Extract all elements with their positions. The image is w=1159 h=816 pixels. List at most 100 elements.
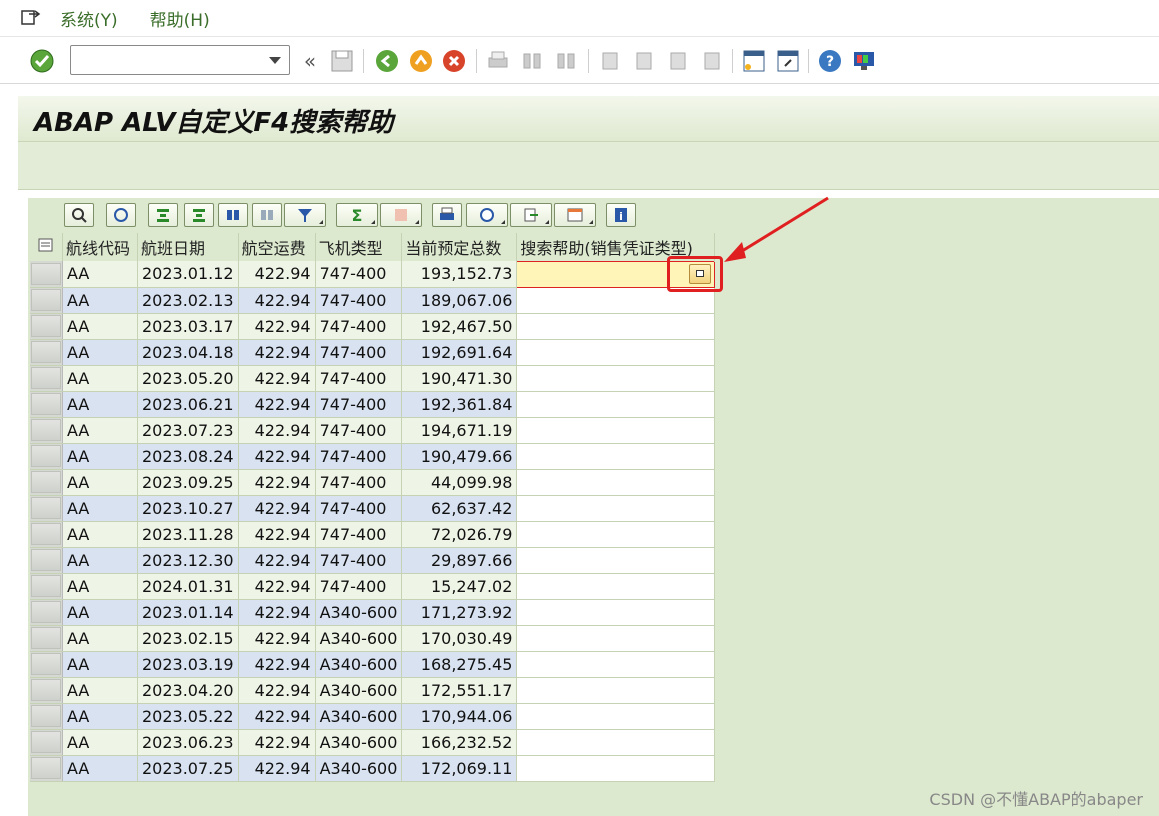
find-icon[interactable] — [518, 47, 546, 75]
select-all-icon[interactable] — [30, 233, 63, 261]
table-row[interactable]: AA 2023.05.22 422.94 A340-600 170,944.06 — [30, 703, 716, 730]
cell-search-help[interactable] — [516, 313, 716, 340]
row-selector[interactable] — [30, 339, 63, 366]
command-field[interactable] — [70, 45, 290, 75]
cell-search-help[interactable] — [516, 495, 716, 522]
table-row[interactable]: AA 2023.01.14 422.94 A340-600 171,273.92 — [30, 599, 716, 626]
table-row[interactable]: AA 2023.06.21 422.94 747-400 192,361.84 — [30, 391, 716, 418]
collapse-icon[interactable]: « — [296, 47, 324, 75]
row-selector[interactable] — [30, 391, 63, 418]
row-selector[interactable] — [30, 755, 63, 782]
row-selector[interactable] — [30, 287, 63, 314]
column-header-date[interactable]: 航班日期 — [137, 233, 239, 261]
row-selector[interactable] — [30, 599, 63, 626]
cell-search-help[interactable] — [516, 573, 716, 600]
row-selector[interactable] — [30, 261, 63, 288]
next-page-icon[interactable] — [664, 47, 692, 75]
cell-search-help[interactable] — [516, 677, 716, 704]
chevron-down-icon[interactable] — [269, 57, 281, 64]
table-row[interactable]: AA 2023.12.30 422.94 747-400 29,897.66 — [30, 547, 716, 574]
cell-search-help[interactable] — [516, 599, 716, 626]
cell-search-help[interactable] — [516, 755, 716, 782]
refresh-icon[interactable] — [106, 203, 136, 227]
row-selector[interactable] — [30, 313, 63, 340]
row-selector[interactable] — [30, 677, 63, 704]
table-row[interactable]: AA 2023.05.20 422.94 747-400 190,471.30 — [30, 365, 716, 392]
layout-icon[interactable] — [554, 203, 596, 227]
column-header-plane[interactable]: 飞机类型 — [315, 233, 403, 261]
exit-icon[interactable] — [407, 47, 435, 75]
row-selector[interactable] — [30, 495, 63, 522]
table-row[interactable]: AA 2023.07.23 422.94 747-400 194,671.19 — [30, 417, 716, 444]
shortcut-icon[interactable] — [774, 47, 802, 75]
cell-search-help[interactable] — [516, 651, 716, 678]
column-header-bookings[interactable]: 当前预定总数 — [401, 233, 518, 261]
cell-search-help[interactable] — [516, 443, 716, 470]
table-row[interactable]: AA 2023.06.23 422.94 A340-600 166,232.52 — [30, 729, 716, 756]
help-icon[interactable]: ? — [816, 47, 844, 75]
subtotal-icon[interactable] — [380, 203, 422, 227]
cell-search-help[interactable] — [516, 625, 716, 652]
last-page-icon[interactable] — [698, 47, 726, 75]
total-icon[interactable]: Σ — [336, 203, 378, 227]
new-session-icon[interactable] — [740, 47, 768, 75]
row-selector[interactable] — [30, 417, 63, 444]
export-icon[interactable] — [510, 203, 552, 227]
menu-help[interactable]: 帮助(H) — [150, 6, 210, 31]
row-selector[interactable] — [30, 625, 63, 652]
customize-layout-icon[interactable] — [850, 47, 878, 75]
enter-icon[interactable] — [28, 47, 56, 75]
table-row[interactable]: AA 2023.08.24 422.94 747-400 190,479.66 — [30, 443, 716, 470]
row-selector[interactable] — [30, 573, 63, 600]
row-selector[interactable] — [30, 547, 63, 574]
table-row[interactable]: AA 2023.04.18 422.94 747-400 192,691.64 — [30, 339, 716, 366]
cell-search-help[interactable] — [516, 703, 716, 730]
table-row[interactable]: AA 2023.04.20 422.94 A340-600 172,551.17 — [30, 677, 716, 704]
details-icon[interactable] — [64, 203, 94, 227]
print-icon[interactable] — [432, 203, 462, 227]
find-next-icon[interactable] — [552, 47, 580, 75]
sort-ascending-icon[interactable] — [148, 203, 178, 227]
table-row[interactable]: AA 2023.01.12 422.94 747-400 193,152.73 — [30, 260, 716, 288]
cell-search-help[interactable] — [516, 417, 716, 444]
cell-search-help[interactable] — [516, 365, 716, 392]
row-selector[interactable] — [30, 729, 63, 756]
table-row[interactable]: AA 2023.10.27 422.94 747-400 62,637.42 — [30, 495, 716, 522]
print-icon[interactable] — [484, 47, 512, 75]
cell-search-help[interactable] — [516, 729, 716, 756]
cell-search-help[interactable] — [516, 391, 716, 418]
back-icon[interactable] — [373, 47, 401, 75]
cell-search-help[interactable] — [516, 469, 716, 496]
row-selector[interactable] — [30, 651, 63, 678]
column-header-carrier[interactable]: 航线代码 — [62, 233, 138, 261]
previous-page-icon[interactable] — [630, 47, 658, 75]
row-selector[interactable] — [30, 521, 63, 548]
table-row[interactable]: AA 2023.02.13 422.94 747-400 189,067.06 — [30, 287, 716, 314]
menu-icon[interactable] — [20, 8, 42, 28]
table-row[interactable]: AA 2023.03.17 422.94 747-400 192,467.50 — [30, 313, 716, 340]
first-page-icon[interactable] — [596, 47, 624, 75]
row-selector[interactable] — [30, 365, 63, 392]
table-row[interactable]: AA 2023.11.28 422.94 747-400 72,026.79 — [30, 521, 716, 548]
table-row[interactable]: AA 2023.02.15 422.94 A340-600 170,030.49 — [30, 625, 716, 652]
table-row[interactable]: AA 2023.03.19 422.94 A340-600 168,275.45 — [30, 651, 716, 678]
row-selector[interactable] — [30, 469, 63, 496]
views-icon[interactable] — [466, 203, 508, 227]
cell-search-help[interactable] — [516, 339, 716, 366]
information-icon[interactable]: i — [606, 203, 636, 227]
table-row[interactable]: AA 2024.01.31 422.94 747-400 15,247.02 — [30, 573, 716, 600]
menu-system[interactable]: 系统(Y) — [60, 6, 118, 31]
filter-icon[interactable] — [284, 203, 326, 227]
row-selector[interactable] — [30, 443, 63, 470]
cancel-icon[interactable] — [440, 47, 468, 75]
table-row[interactable]: AA 2023.09.25 422.94 747-400 44,099.98 — [30, 469, 716, 496]
table-row[interactable]: AA 2023.07.25 422.94 A340-600 172,069.11 — [30, 755, 716, 782]
cell-search-help[interactable] — [516, 521, 716, 548]
save-icon[interactable] — [328, 47, 356, 75]
find-icon[interactable] — [218, 203, 248, 227]
cell-search-help[interactable] — [516, 547, 716, 574]
row-selector[interactable] — [30, 703, 63, 730]
column-header-price[interactable]: 航空运费 — [238, 233, 316, 261]
find-next-icon[interactable] — [252, 203, 282, 227]
sort-descending-icon[interactable] — [184, 203, 214, 227]
